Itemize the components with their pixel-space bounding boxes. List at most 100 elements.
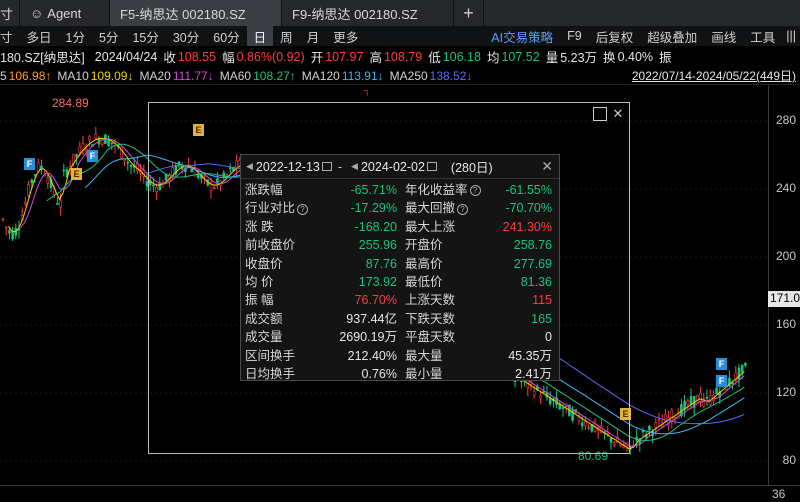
candle-body <box>737 367 741 380</box>
overlay-button[interactable]: 超级叠加 <box>640 26 704 46</box>
stat-label: 下跌天数 <box>403 310 483 328</box>
stat-label: 最小量 <box>403 365 483 383</box>
price-tick: 200 <box>775 249 796 263</box>
tab-f5[interactable]: F5-纳思达 002180.SZ <box>110 0 282 26</box>
period-8[interactable]: 周 <box>273 26 300 46</box>
change-label: 幅 <box>222 51 235 65</box>
price-axis: 280 240 200 160 120 80 <box>768 85 800 485</box>
flag-f-3[interactable]: F <box>716 358 727 370</box>
stat-label-text: 区间换手 <box>245 348 296 363</box>
stat-value-text: 76.70% <box>354 293 397 308</box>
stat-value: -61.55% <box>483 181 558 199</box>
stat-label-text: 最大上涨 <box>405 219 456 234</box>
price-tick: 80 <box>782 453 796 467</box>
period-0[interactable]: 寸 <box>0 26 20 46</box>
current-price-tag: 171.0 <box>768 291 800 307</box>
period-9[interactable]: 月 <box>300 26 327 46</box>
period-6[interactable]: 60分 <box>206 26 246 46</box>
flag-f-1[interactable]: F <box>24 158 35 170</box>
tab-partial[interactable]: 寸 <box>0 0 20 26</box>
period-10[interactable]: 更多 <box>326 26 365 46</box>
help-icon[interactable]: ? <box>457 203 469 215</box>
candle-body <box>715 387 718 395</box>
maximize-icon[interactable] <box>593 107 607 121</box>
more-toolbar-icon[interactable]: ||| <box>782 26 800 46</box>
period-2[interactable]: 1分 <box>59 26 92 46</box>
period-5[interactable]: 30分 <box>166 26 206 46</box>
stat-value: 76.70% <box>313 291 403 309</box>
stat-label: 开盘价 <box>403 236 483 254</box>
stat-value: -168.20 <box>313 218 403 236</box>
ma-label: MA250 <box>389 68 428 83</box>
stat-label-text: 最大回撤 <box>405 201 456 216</box>
stat-label-text: 最低价 <box>405 274 443 289</box>
end-date-input[interactable]: 2024-02-02 <box>361 160 437 174</box>
stat-value-text: 165 <box>531 311 552 326</box>
stat-label-text: 最大量 <box>405 348 443 363</box>
price-tick: 240 <box>775 181 796 195</box>
candle-body <box>8 230 11 234</box>
adjust-button[interactable]: 后复权 <box>589 26 641 46</box>
date-range-link[interactable]: 2022/07/14-2024/05/22(449日) <box>632 67 800 84</box>
candle-body <box>30 179 34 184</box>
period-3[interactable]: 5分 <box>92 26 125 46</box>
stat-label: 成交量 <box>243 328 313 346</box>
period-1[interactable]: 多日 <box>20 26 59 46</box>
stat-label-text: 成交量 <box>245 330 283 345</box>
amplitude-label: 振 <box>659 51 672 65</box>
stat-label: 成交额 <box>243 310 313 328</box>
stat-label-text: 收盘价 <box>245 256 283 271</box>
stat-label: 振 幅 <box>243 291 313 309</box>
stat-label-text: 行业对比 <box>245 201 296 216</box>
flag-f-2[interactable]: F <box>87 150 98 162</box>
candle-body <box>689 396 693 405</box>
turnover-value: 0.40% <box>617 49 654 64</box>
candle-body <box>78 146 82 153</box>
start-date-input[interactable]: 2022-12-13 <box>256 160 332 174</box>
tools-button[interactable]: 工具 <box>743 26 782 46</box>
stat-label: 收盘价 <box>243 255 313 273</box>
tab-f9[interactable]: F9-纳思达 002180.SZ <box>282 0 454 26</box>
candle-body <box>705 396 709 399</box>
stat-value-text: 937.44亿 <box>346 311 397 326</box>
calendar-icon[interactable] <box>321 162 332 171</box>
stat-label-text: 最高价 <box>405 256 443 271</box>
stat-value-text: 212.40% <box>347 348 397 363</box>
close-panel-icon[interactable]: ✕ <box>541 158 553 175</box>
f9-button[interactable]: F9 <box>560 26 589 46</box>
candle-body <box>699 392 702 402</box>
candle-body <box>94 133 98 139</box>
stat-value-text: 0.76% <box>361 366 397 381</box>
stock-code: 180.SZ[纳思达] <box>0 51 85 65</box>
stat-value: 165 <box>483 310 558 328</box>
stat-label-text: 上涨天数 <box>405 293 456 308</box>
price-tick: 120 <box>775 385 796 399</box>
close-label: 收 <box>163 51 176 65</box>
tab-agent[interactable]: ☺ Agent <box>20 0 110 26</box>
candle-body <box>46 178 50 184</box>
help-icon[interactable]: ? <box>469 185 481 197</box>
prev-start-icon[interactable]: ◀ <box>246 161 253 172</box>
open-label: 开 <box>310 51 324 65</box>
period-7[interactable]: 日 <box>246 26 274 46</box>
add-tab-button[interactable]: + <box>454 0 484 26</box>
close-selection-icon[interactable]: ✕ <box>611 107 625 121</box>
flag-e-1[interactable]: E <box>71 168 82 180</box>
draw-line-button[interactable]: 画线 <box>704 26 743 46</box>
stat-label-text: 涨跌幅 <box>245 183 283 197</box>
stats-grid: 涨跌幅 -65.71% 年化收益率? -61.55% 行业对比? -17.29% 最大回撤?… <box>241 179 559 383</box>
flag-f-4[interactable]: F <box>716 375 727 387</box>
stat-value-text: 115 <box>532 293 552 308</box>
calendar-icon[interactable] <box>426 162 437 171</box>
stat-value-text: 0 <box>545 330 552 345</box>
prev-end-icon[interactable]: ◀ <box>351 161 358 172</box>
stat-value: 81.36 <box>483 273 558 291</box>
candle-body <box>126 161 130 164</box>
help-icon[interactable]: ? <box>297 203 309 215</box>
ai-strategy-button[interactable]: AI交易策略 <box>484 26 560 46</box>
period-4[interactable]: 15分 <box>125 26 165 46</box>
ma-value: 106.98↑ <box>8 68 52 83</box>
close-value: 108.55 <box>177 49 217 64</box>
high-label: 高 <box>369 51 382 65</box>
candle-body <box>641 430 645 433</box>
